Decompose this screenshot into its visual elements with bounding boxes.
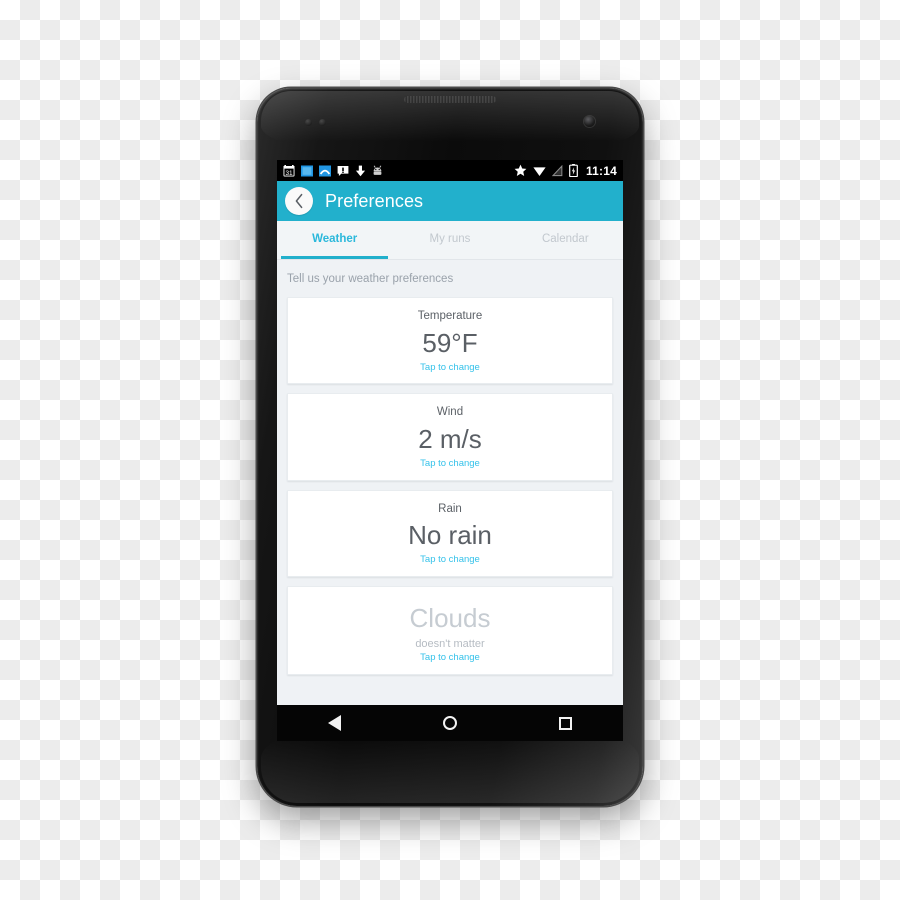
section-hint: Tell us your weather preferences (287, 273, 454, 285)
page-title: Preferences (325, 190, 424, 211)
earpiece-speaker (404, 96, 496, 103)
chevron-left-icon (295, 193, 303, 209)
phone-screen: 31 11:14 Preferences Weather My runs Cal… (277, 160, 623, 705)
weather-arc-icon (319, 165, 331, 176)
preferences-list[interactable]: Tell us your weather preferences Tempera… (277, 260, 623, 705)
tab-calendar-label: Calendar (541, 232, 589, 245)
tab-calendar[interactable]: Calendar (508, 221, 623, 259)
card-action-link[interactable]: Tap to change (288, 362, 612, 373)
status-bar: 31 11:14 (277, 160, 623, 181)
tab-my-runs-label: My runs (429, 232, 471, 245)
status-bar-left-icons: 31 (283, 164, 514, 177)
tab-active-indicator (281, 256, 389, 259)
svg-text:31: 31 (285, 169, 293, 176)
status-bar-right-icons: 11:14 (514, 164, 617, 177)
card-value: 59°F (422, 327, 478, 358)
proximity-sensor-icon (305, 119, 312, 126)
card-action-link[interactable]: Tap to change (288, 458, 612, 469)
card-action-link[interactable]: Tap to change (288, 554, 612, 565)
nav-back-button[interactable] (313, 705, 357, 741)
circle-icon (442, 716, 457, 730)
triangle-left-icon (328, 715, 342, 731)
tab-weather-label: Weather (312, 232, 358, 245)
preference-card-clouds[interactable]: Clouds doesn't matter Tap to change (287, 585, 613, 675)
star-icon (514, 164, 527, 176)
tab-my-runs[interactable]: My runs (392, 221, 507, 259)
download-icon (355, 165, 366, 176)
alert-message-icon (337, 165, 349, 176)
light-sensor-icon (319, 119, 326, 126)
action-bar: Preferences (277, 181, 623, 221)
preference-card-temperature[interactable]: Temperature 59°F Tap to change (287, 297, 613, 385)
blue-square-icon (301, 165, 313, 176)
battery-charging-icon (569, 164, 578, 177)
card-label: Wind (436, 406, 464, 419)
preference-card-rain[interactable]: Rain No rain Tap to change (287, 489, 613, 577)
nav-recents-button[interactable] (543, 705, 587, 741)
phone-device: 31 11:14 Preferences Weather My runs Cal… (257, 88, 643, 806)
card-label: Temperature (417, 310, 483, 322)
signal-icon (551, 164, 563, 176)
calendar-icon: 31 (283, 164, 295, 176)
card-label: Rain (438, 502, 462, 515)
card-value: Clouds (409, 602, 491, 633)
card-sub-label: doesn't matter (415, 637, 485, 650)
preference-card-wind[interactable]: Wind 2 m/s Tap to change (287, 393, 613, 481)
card-value: 2 m/s (418, 424, 482, 455)
android-robot-icon (373, 165, 382, 175)
nav-home-button[interactable] (428, 705, 472, 741)
status-bar-clock: 11:14 (585, 163, 617, 178)
card-action-link[interactable]: Tap to change (288, 652, 612, 663)
android-navigation-bar (277, 705, 623, 741)
wifi-icon (533, 166, 546, 176)
back-button[interactable] (285, 187, 313, 215)
front-camera-icon (584, 116, 595, 127)
tab-weather[interactable]: Weather (277, 221, 392, 259)
card-value: No rain (408, 520, 492, 551)
tab-bar: Weather My runs Calendar (277, 221, 623, 260)
square-icon (558, 716, 572, 730)
